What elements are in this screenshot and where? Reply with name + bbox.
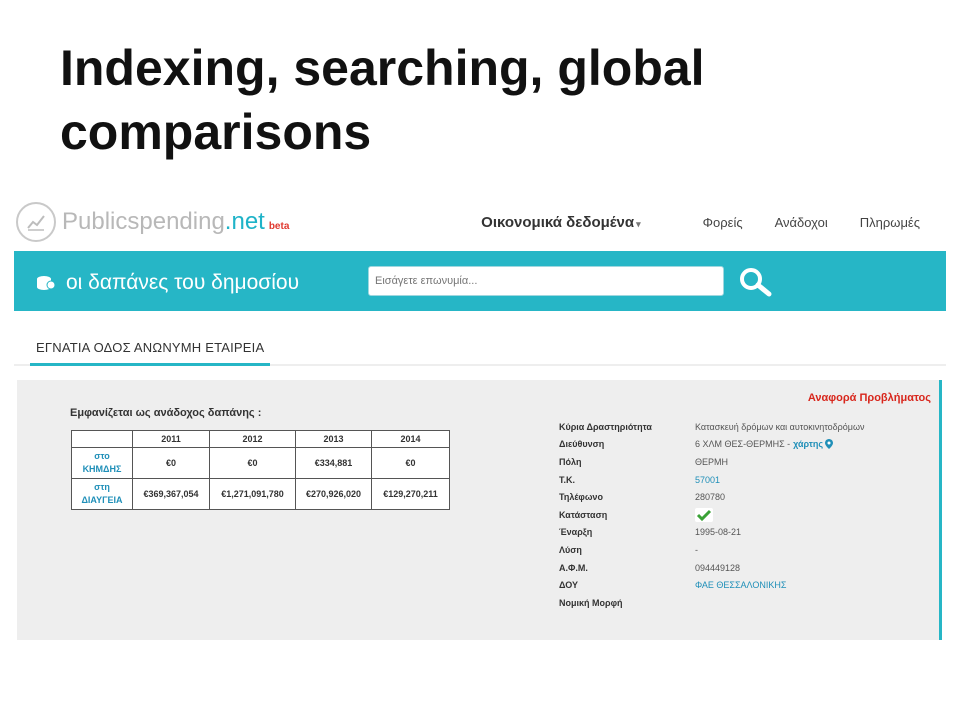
detail-value: - <box>695 544 698 555</box>
nav-financial-data-label: Οικονομικά δεδομένα <box>481 214 635 231</box>
detail-row: Λύση - <box>559 541 865 559</box>
row-label-line: στη <box>94 482 110 492</box>
caret-down-icon: ▾ <box>636 219 641 229</box>
detail-row: Έναρξη 1995-08-21 <box>559 524 865 542</box>
banner-title: οι δαπάνες του δημοσίου <box>66 271 300 294</box>
row-label-line: ΚΗΜΔΗΣ <box>82 464 122 474</box>
slide-title: Indexing, searching, global comparisons <box>60 40 705 160</box>
detail-label: Λύση <box>559 544 582 555</box>
table-cell: €129,270,211 <box>371 478 450 510</box>
table-cell: €0 <box>132 447 210 479</box>
detail-value: ΘΕΡΜΗ <box>695 456 729 467</box>
year-header: 2012 <box>209 430 296 448</box>
table-row: στο ΚΗΜΔΗΣ €0 €0 €334,881 €0 <box>71 447 450 479</box>
screenshot-frame: Publicspending .net beta Οικονομικά δεδομέ… <box>14 190 946 640</box>
detail-row: Διεύθυνση 6 ΧΛΜ ΘΕΣ-ΘΕΡΜΗΣ - χάρτης <box>559 436 865 454</box>
row-label-line: ΔΙΑΥΓΕΙΑ <box>81 495 123 505</box>
entity-panel: Αναφορά Προβλήματος Εμφανίζεται ως ανάδο… <box>17 380 942 640</box>
report-problem-link[interactable]: Αναφορά Προβλήματος <box>808 392 931 404</box>
nav-link-contractors[interactable]: Ανάδοχοι <box>775 215 828 230</box>
search-icon[interactable] <box>736 265 776 299</box>
detail-value: 280780 <box>695 492 726 503</box>
detail-label: Α.Φ.Μ. <box>559 562 588 573</box>
coins-icon <box>37 276 56 290</box>
row-label-diavgeia[interactable]: στη ΔΙΑΥΓΕΙΑ <box>71 478 133 510</box>
table-cell: €334,881 <box>295 447 372 479</box>
detail-row: Νομική Μορφή <box>559 594 865 612</box>
detail-label: Τηλέφωνο <box>559 492 603 503</box>
detail-label: ΔΟΥ <box>559 580 578 591</box>
zip-link[interactable]: 57001 <box>695 475 720 485</box>
year-header: 2011 <box>132 430 210 448</box>
beta-badge: beta <box>268 220 290 232</box>
entity-details: Κύρια Δραστηριότητα Κατασκευή δρόμων και … <box>559 418 865 612</box>
detail-label: Πόλη <box>559 456 582 467</box>
table-corner-cell <box>71 430 133 448</box>
year-header: 2013 <box>295 430 372 448</box>
nav-link-payments[interactable]: Πληρωμές <box>860 215 920 230</box>
search-input[interactable] <box>368 266 724 296</box>
table-cell: €270,926,020 <box>295 478 372 510</box>
table-cell: €369,367,054 <box>132 478 210 510</box>
appears-as-heading: Εμφανίζεται ως ανάδοχος δαπάνης : <box>70 407 262 419</box>
detail-value: Κατασκευή δρόμων και αυτοκινητοδρόμων <box>695 421 865 432</box>
detail-label: Νομική Μορφή <box>559 597 623 608</box>
detail-row: Τ.Κ. 57001 <box>559 471 865 489</box>
table-cell: €0 <box>209 447 296 479</box>
search-banner: οι δαπάνες του δημοσίου <box>14 251 946 311</box>
year-header: 2014 <box>371 430 450 448</box>
detail-row: Κατάσταση <box>559 506 865 524</box>
table-cell: €0 <box>371 447 450 479</box>
row-label-line: στο <box>94 451 110 461</box>
detail-label: Διεύθυνση <box>559 439 605 450</box>
detail-label: Κατάσταση <box>559 509 608 520</box>
detail-row: Κύρια Δραστηριότητα Κατασκευή δρόμων και … <box>559 418 865 436</box>
detail-label: Τ.Κ. <box>559 474 576 485</box>
top-navigation: Publicspending .net beta Οικονομικά δεδομέ… <box>14 190 946 250</box>
detail-row: Τηλέφωνο 280780 <box>559 488 865 506</box>
detail-label: Έναρξη <box>559 527 593 538</box>
table-cell: €1,271,091,780 <box>209 478 296 510</box>
detail-row: Πόλη ΘΕΡΜΗ <box>559 453 865 471</box>
logo-tld: .net <box>224 208 265 235</box>
chart-icon <box>16 202 56 242</box>
detail-label: Κύρια Δραστηριότητα <box>559 421 652 432</box>
checkmark-icon <box>695 507 713 522</box>
nav-financial-data-dropdown[interactable]: Οικονομικά δεδομένα ▾ <box>481 214 640 231</box>
detail-value: 6 ΧΛΜ ΘΕΣ-ΘΕΡΜΗΣ - <box>695 439 791 450</box>
spending-table: 2011 2012 2013 2014 στο ΚΗΜΔΗΣ €0 €0 €334… <box>71 430 450 510</box>
table-header-row: 2011 2012 2013 2014 <box>71 430 450 448</box>
tax-office-link[interactable]: ΦΑΕ ΘΕΣΣΑΛΟΝΙΚΗΣ <box>695 580 786 590</box>
tab-entity-name[interactable]: ΕΓΝΑΤΙΑ ΟΔΟΣ ΑΝΩΝΥΜΗ ΕΤΑΙΡΕΙΑ <box>30 340 271 366</box>
row-label-kimdis[interactable]: στο ΚΗΜΔΗΣ <box>71 447 133 479</box>
site-logo[interactable]: Publicspending .net beta <box>16 202 289 242</box>
detail-value: 094449128 <box>695 562 741 573</box>
logo-name: Publicspending <box>62 208 225 235</box>
map-link[interactable]: χάρτης <box>793 439 823 449</box>
nav-menu: Οικονομικά δεδομένα ▾ Φορείς Ανάδοχοι Πλη… <box>481 214 920 231</box>
table-row: στη ΔΙΑΥΓΕΙΑ €369,367,054 €1,271,091,780 … <box>71 478 450 510</box>
detail-row: ΔΟΥ ΦΑΕ ΘΕΣΣΑΛΟΝΙΚΗΣ <box>559 576 865 594</box>
detail-value: 1995-08-21 <box>695 527 742 538</box>
entity-tabs: ΕΓΝΑΤΙΑ ΟΔΟΣ ΑΝΩΝΥΜΗ ΕΤΑΙΡΕΙΑ <box>14 330 946 366</box>
map-pin-icon[interactable] <box>825 439 834 450</box>
detail-row: Α.Φ.Μ. 094449128 <box>559 559 865 577</box>
nav-link-agencies[interactable]: Φορείς <box>703 215 743 230</box>
